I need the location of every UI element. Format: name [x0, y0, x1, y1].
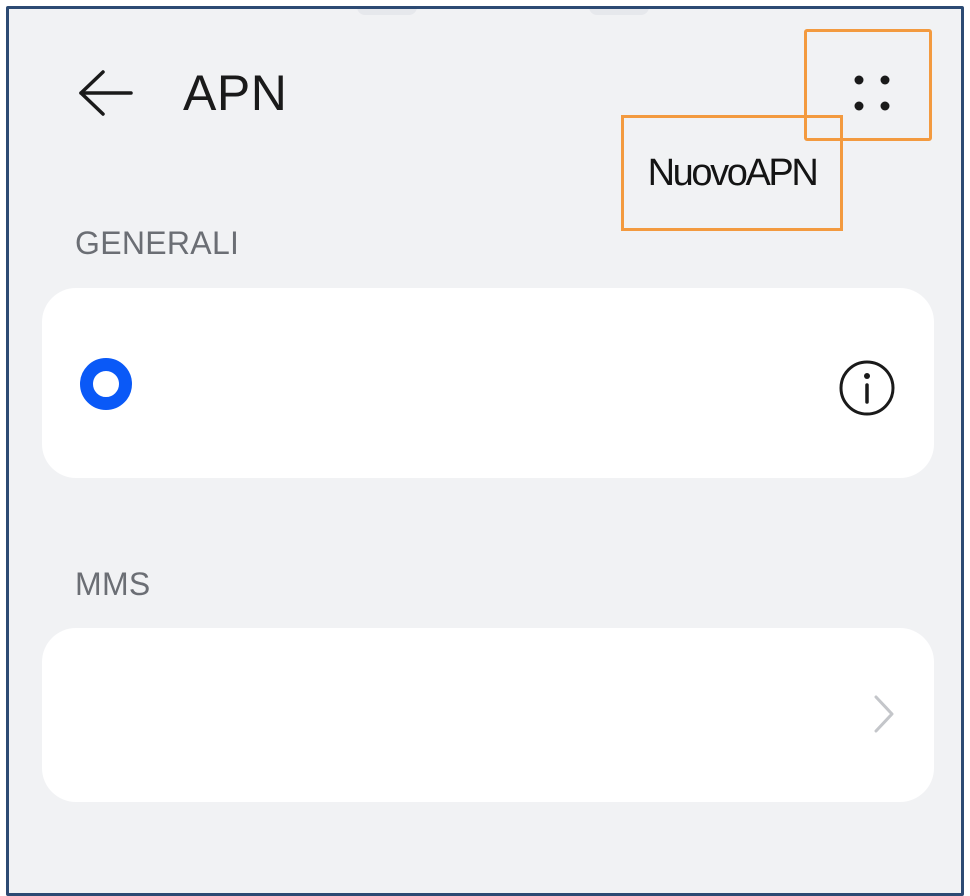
back-button[interactable] [73, 61, 137, 125]
apn-list-card [42, 288, 934, 478]
status-bar-fragment [357, 9, 417, 15]
four-dots-menu-icon [854, 75, 890, 111]
info-circle-icon [839, 360, 895, 416]
more-options-button[interactable] [835, 61, 909, 125]
chevron-right-icon [870, 692, 898, 736]
screen-frame: APN NuovoAPN GENERALI MMS [6, 6, 964, 896]
status-bar-fragment [589, 9, 649, 15]
mms-list-card[interactable] [42, 628, 934, 802]
arrow-left-icon [79, 70, 133, 116]
apn-info-button[interactable] [837, 358, 897, 418]
section-title-general: GENERALI [75, 225, 240, 261]
apn-radio-button[interactable] [80, 358, 132, 410]
section-title-mms: MMS [75, 566, 151, 602]
page-title: APN [183, 65, 288, 121]
new-apn-menu-item[interactable]: NuovoAPN [624, 118, 840, 228]
